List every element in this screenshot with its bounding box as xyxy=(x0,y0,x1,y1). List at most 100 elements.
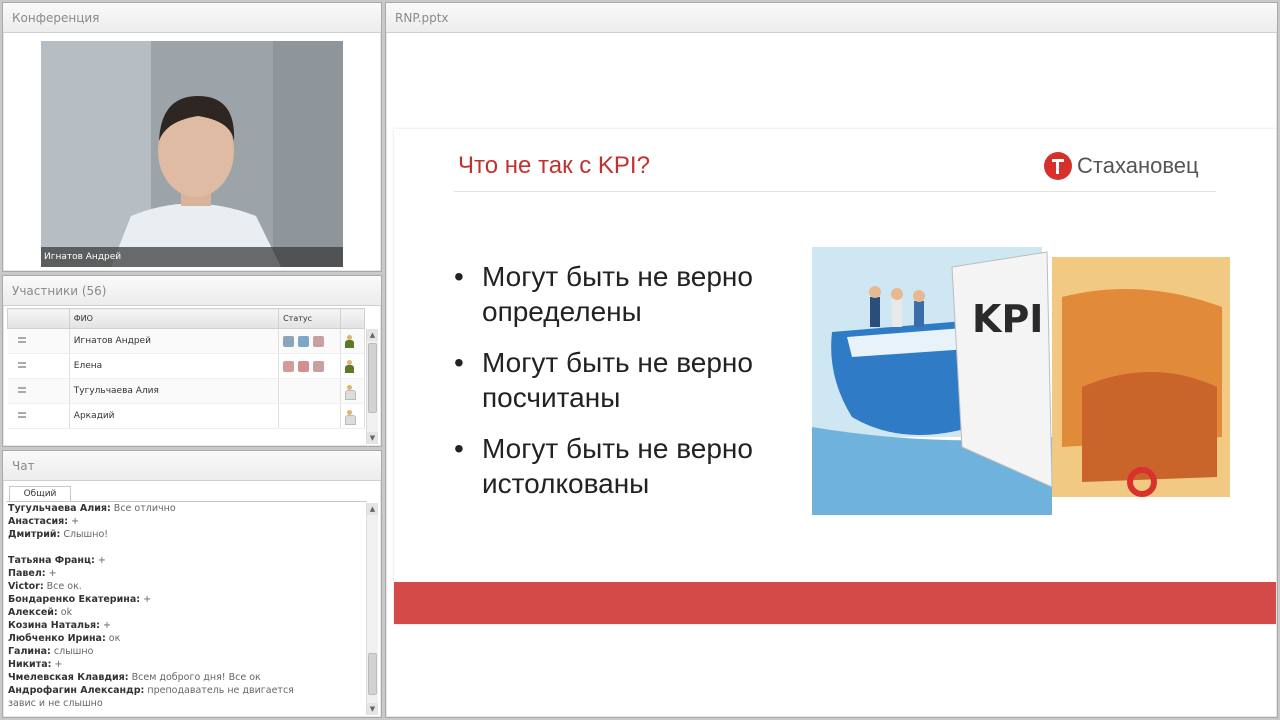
company-logo: Стахановец xyxy=(1044,151,1199,181)
chat-message-author: Галина: xyxy=(8,646,51,657)
chat-message: Любченко Ирина: ок xyxy=(8,632,367,645)
chat-message: Анастасия: + xyxy=(8,515,367,528)
chat-message: Алексей: ok xyxy=(8,606,367,619)
kpi-ship-illustration: KPI xyxy=(812,237,1230,515)
presentation-file-name: RNP.pptx xyxy=(386,3,1277,33)
presenter-role-icon xyxy=(345,334,355,348)
chat-message-text: ok xyxy=(60,607,73,618)
row-menu-icon[interactable] xyxy=(17,387,26,393)
listener-role-icon xyxy=(345,384,357,400)
camera-icon[interactable] xyxy=(298,335,310,347)
column-header-menu xyxy=(7,308,70,329)
presenter-role-icon xyxy=(345,359,355,373)
chat-message-text: + xyxy=(48,568,57,579)
microphone-icon[interactable] xyxy=(283,335,295,347)
listener-role-icon xyxy=(345,409,357,425)
speaker-video-frame xyxy=(41,41,343,267)
screen-icon[interactable] xyxy=(313,360,325,372)
chat-message: Андрофагин Александр: преподаватель не д… xyxy=(8,684,367,697)
row-menu-icon[interactable] xyxy=(17,362,26,368)
microphone-off-icon[interactable] xyxy=(283,360,295,372)
chat-message-author: Козина Наталья: xyxy=(8,620,100,631)
column-header-status[interactable]: Статус xyxy=(278,308,342,329)
chat-message-text: + xyxy=(102,620,111,631)
chat-message: Victor: Все ок. xyxy=(8,580,367,593)
slide-footer-bar xyxy=(394,582,1276,624)
illustration-kpi-label: KPI xyxy=(972,297,1043,341)
participant-name: Игнатов Андрей xyxy=(69,328,280,354)
table-row[interactable]: Аркадий xyxy=(7,403,365,429)
scroll-up-icon[interactable]: ▲ xyxy=(367,503,378,515)
speaker-name-label: Игнатов Андрей xyxy=(41,247,343,267)
chat-message-text: слышно xyxy=(53,646,94,657)
participant-name: Тугульчаева Алия xyxy=(69,378,280,404)
chat-message xyxy=(8,541,367,554)
chat-message: Бондаренко Екатерина: + xyxy=(8,593,367,606)
status-icons xyxy=(278,378,342,404)
chat-message: Галина: слышно xyxy=(8,645,367,658)
participant-name: Елена xyxy=(69,353,280,379)
camera-off-icon[interactable] xyxy=(298,360,310,372)
chat-message-text: + xyxy=(54,659,63,670)
participant-name: Аркадий xyxy=(69,403,280,429)
status-icons xyxy=(278,353,342,379)
chat-tab-general[interactable]: Общий xyxy=(9,486,71,501)
speaker-video[interactable]: Игнатов Андрей xyxy=(41,41,343,267)
conference-panel-title: Конференция xyxy=(3,3,381,33)
scroll-thumb[interactable] xyxy=(368,343,377,413)
scroll-down-icon[interactable]: ▼ xyxy=(367,432,378,444)
chat-message-author: Бондаренко Екатерина: xyxy=(8,594,141,605)
ship-illustration-image: KPI xyxy=(812,237,1230,515)
scroll-down-icon[interactable]: ▼ xyxy=(367,703,378,715)
scroll-up-icon[interactable]: ▲ xyxy=(367,329,378,341)
slide-bullet: • Могут быть не верно истолкованы xyxy=(454,433,753,499)
slide-bullet-list: • Могут быть не верно определены • Могут б… xyxy=(454,259,782,517)
chat-message-author: Любченко Ирина: xyxy=(8,633,106,644)
chat-message-author: Чмелевская Клавдия: xyxy=(8,672,129,683)
chat-message-text: + xyxy=(71,516,80,527)
chat-message: Татьяна Франц: + xyxy=(8,554,367,567)
chat-message-author: Андрофагин Александр: xyxy=(8,685,145,696)
chat-message: Дмитрий: Слышно! xyxy=(8,528,367,541)
chat-message-text: Все отлично xyxy=(113,503,176,514)
status-icons xyxy=(278,403,342,429)
participants-table: ФИО Статус Игнатов Андрей Елена Тугульча… xyxy=(7,308,365,429)
row-menu-icon[interactable] xyxy=(17,412,26,418)
chat-panel-title: Чат xyxy=(3,451,381,481)
chat-message-text: завис и не слышно xyxy=(8,698,103,709)
chat-message-text: Слышно! xyxy=(63,529,109,540)
logo-mark-icon xyxy=(1044,152,1072,180)
chat-message: Никита: + xyxy=(8,658,367,671)
chat-message-text: ок xyxy=(108,633,121,644)
slide-divider xyxy=(454,191,1216,192)
slide-title: Что не так с KPI? xyxy=(458,152,650,179)
chat-message-author: Алексей: xyxy=(8,607,58,618)
chat-message-author: Тугульчаева Алия: xyxy=(8,503,111,514)
participants-scrollbar[interactable]: ▲ ▼ xyxy=(366,329,378,444)
row-menu-icon[interactable] xyxy=(17,337,26,343)
column-header-name[interactable]: ФИО xyxy=(68,308,280,329)
chat-message-author: Павел: xyxy=(8,568,46,579)
chat-message-author: Анастасия: xyxy=(8,516,69,527)
chat-message-text: преподаватель не двигается xyxy=(147,685,294,696)
slide-bullet: • Могут быть не верно посчитаны xyxy=(454,347,753,413)
participants-panel: Участники (56) ФИО Статус Игнатов Андрей… xyxy=(2,275,382,447)
slide-bullet: • Могут быть не верно определены xyxy=(454,261,753,327)
chat-panel: Чат Общий Тугульчаева Алия: Все отлично А… xyxy=(2,450,382,718)
presentation-slide: Что не так с KPI? Стахановец • Могут быть… xyxy=(394,129,1276,624)
chat-message: Чмелевская Клавдия: Всем доброго дня! Вс… xyxy=(8,671,367,684)
status-icons xyxy=(278,328,342,354)
chat-message: Козина Наталья: + xyxy=(8,619,367,632)
chat-message: Павел: + xyxy=(8,567,367,580)
table-row[interactable]: Игнатов Андрей xyxy=(7,328,365,354)
chat-scrollbar[interactable]: ▲ ▼ xyxy=(366,503,378,715)
chat-messages: Тугульчаева Алия: Все отлично Анастасия: … xyxy=(6,501,367,716)
column-header-role xyxy=(340,308,365,329)
conference-panel: Конференция Игнатов Андрей xyxy=(2,2,382,272)
table-row[interactable]: Елена xyxy=(7,353,365,379)
presentation-panel: RNP.pptx Что не так с KPI? Стахановец • М… xyxy=(385,2,1278,718)
table-row[interactable]: Тугульчаева Алия xyxy=(7,378,365,404)
logo-text: Стахановец xyxy=(1077,153,1199,178)
scroll-thumb[interactable] xyxy=(368,653,377,695)
screen-icon[interactable] xyxy=(313,335,325,347)
